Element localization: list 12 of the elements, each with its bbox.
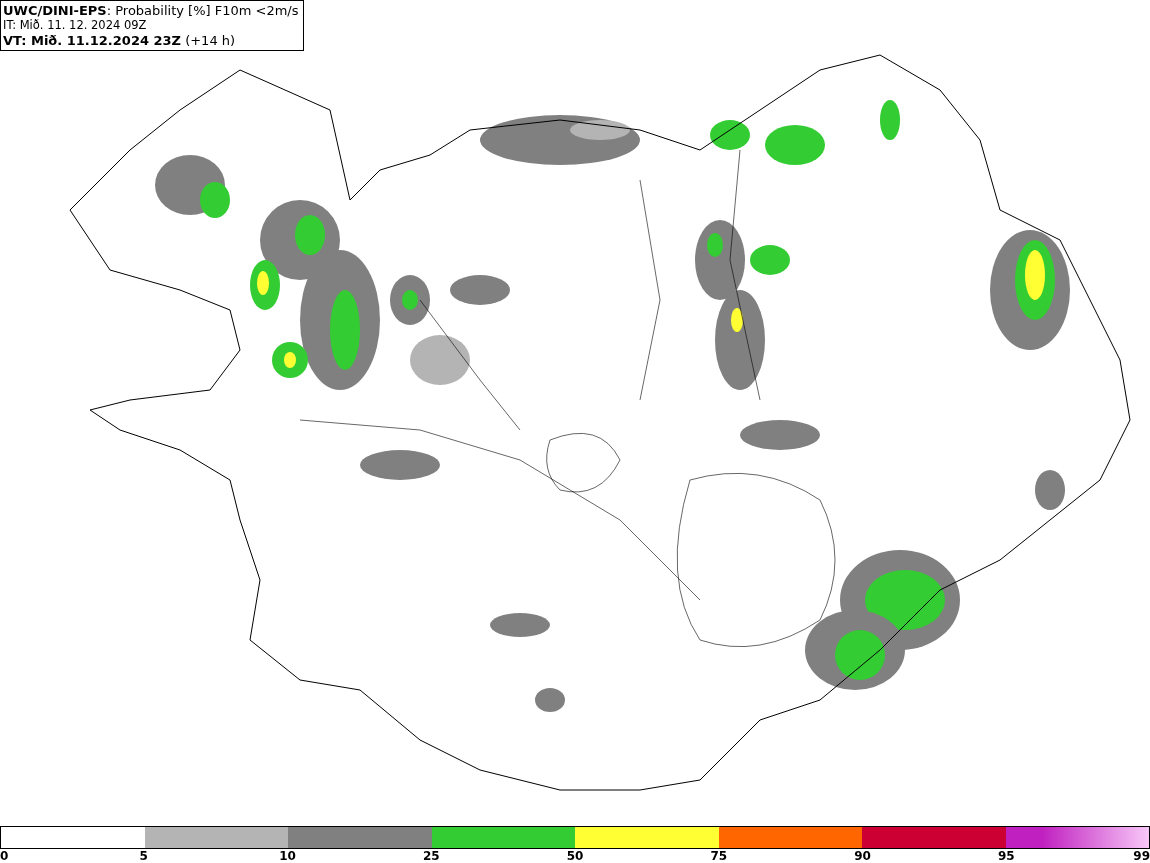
legend-tick-label: 75 bbox=[710, 849, 728, 863]
legend-tick-label: 50 bbox=[566, 849, 584, 863]
legend-tick-label: 5 bbox=[139, 849, 148, 863]
legend-tick-label: 99 bbox=[1133, 849, 1150, 863]
legend-tick-label: 25 bbox=[422, 849, 440, 863]
chart-title: UWC/DINI-EPS: Probability [%] F10m <2m/s bbox=[3, 3, 299, 18]
legend-tick-label: 95 bbox=[997, 849, 1015, 863]
valid-time: VT: Mið. 11.12.2024 23Z (+14 h) bbox=[3, 33, 237, 48]
legend-tick-label: 90 bbox=[854, 849, 871, 863]
legend-tick-label: 10 bbox=[279, 849, 296, 863]
legend-tick-label: 0 bbox=[0, 849, 9, 863]
issue-time: IT: Mið. 11. 12. 2024 09Z bbox=[3, 18, 148, 33]
